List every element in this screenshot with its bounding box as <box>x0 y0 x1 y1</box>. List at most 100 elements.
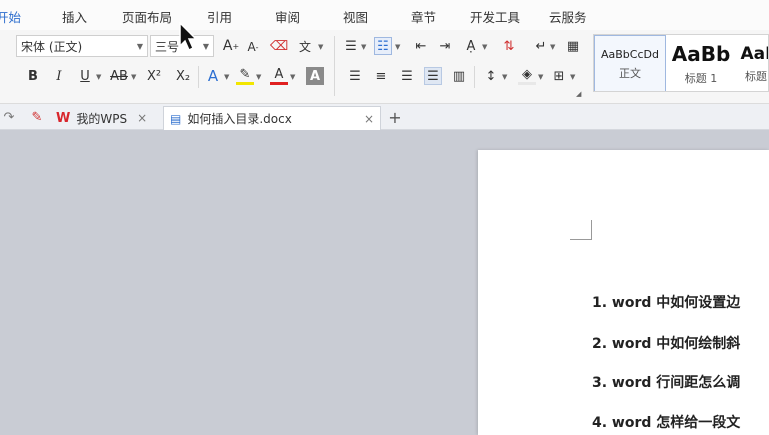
ribbon-divider <box>198 66 199 88</box>
bullet-list-icon[interactable]: ☰ <box>342 37 360 55</box>
subscript-button[interactable]: X₂ <box>172 67 194 85</box>
text-effect-icon[interactable]: A <box>204 67 222 85</box>
mouse-pointer-icon <box>179 22 198 52</box>
shading-bucket-icon[interactable]: ◈ <box>518 67 536 85</box>
chevron-down-icon[interactable]: ▼ <box>361 43 366 51</box>
ribbon-divider <box>334 36 335 96</box>
tab-developer[interactable]: 开发工具 <box>470 7 520 26</box>
shrink-font-icon[interactable]: A- <box>244 38 262 56</box>
close-icon[interactable]: × <box>364 112 374 126</box>
chevron-down-icon[interactable]: ▼ <box>318 43 323 51</box>
font-size-value: 三号 <box>155 39 180 54</box>
grow-font-icon[interactable]: A + <box>222 37 240 55</box>
strike-label: AB <box>110 68 128 84</box>
char-shading-icon[interactable]: A <box>306 67 324 85</box>
tab-review[interactable]: 审阅 <box>275 7 300 26</box>
numbered-list-icon[interactable]: ☷ <box>374 37 392 55</box>
distributed-align-icon[interactable]: ▥ <box>450 67 468 85</box>
chevron-down-icon[interactable]: ▼ <box>224 73 229 81</box>
pin-icon[interactable]: ✎ <box>28 108 46 126</box>
chevron-down-icon[interactable]: ▼ <box>96 73 101 81</box>
chevron-down-icon[interactable]: ▼ <box>290 73 295 81</box>
wps-logo-icon: W <box>56 110 71 126</box>
tab-section[interactable]: 章节 <box>411 7 436 26</box>
ribbon-divider <box>474 66 475 88</box>
chevron-down-icon: ▼ <box>136 41 143 51</box>
tab-my-wps[interactable]: W 我的WPS × <box>50 106 162 130</box>
tab-view[interactable]: 视图 <box>343 7 368 26</box>
superscript-label: X² <box>146 68 162 84</box>
style-caption: 标题 <box>745 70 767 83</box>
chevron-down-icon[interactable]: ▼ <box>550 43 555 51</box>
tab-page-layout[interactable]: 页面布局 <box>122 7 172 26</box>
tab-home[interactable]: 开始 <box>0 7 21 26</box>
bold-label: B <box>28 68 38 84</box>
document-file-icon: ▤ <box>170 111 182 126</box>
shrink-font-label: A <box>247 40 256 54</box>
highlight-icon[interactable]: ✎ <box>236 67 254 85</box>
toc-line[interactable]: 2. word 中如何绘制斜 <box>592 333 740 353</box>
table-grid-icon[interactable]: ▦ <box>564 37 582 55</box>
style-normal[interactable]: AaBbCcDd 正文 <box>594 35 666 91</box>
clear-format-icon[interactable]: ⌫ <box>270 37 288 55</box>
italic-label: I <box>56 68 62 84</box>
style-sample: AaBbCcDd <box>601 47 659 61</box>
superscript-button[interactable]: X² <box>143 67 165 85</box>
chevron-down-icon[interactable]: ▼ <box>256 73 261 81</box>
tab-references[interactable]: 引用 <box>207 7 232 26</box>
char-shading-label: A <box>309 68 321 84</box>
font-name-value: 宋体 (正文) <box>21 39 83 54</box>
pinyin-guide-icon[interactable]: 文 <box>296 37 314 55</box>
toc-line[interactable]: 1. word 中如何设置边 <box>592 292 740 312</box>
tab-document-label: 如何插入目录.docx <box>187 112 292 126</box>
tab-cloud-service[interactable]: 云服务 <box>549 7 587 26</box>
styles-gallery: AaBbCcDd 正文 AaBb 标题 1 AaI 标题 <box>593 34 769 92</box>
paragraph-dialog-icon[interactable]: ◢ <box>576 90 581 98</box>
tab-insert[interactable]: 插入 <box>62 7 87 26</box>
character-scale-icon[interactable]: Ạ <box>462 37 480 55</box>
underline-button[interactable]: U <box>76 67 94 85</box>
style-caption: 标题 1 <box>684 72 718 85</box>
italic-button[interactable]: I <box>50 67 68 85</box>
chevron-down-icon[interactable]: ▼ <box>395 43 400 51</box>
font-name-select[interactable]: 宋体 (正文) ▼ <box>16 35 148 57</box>
bold-button[interactable]: B <box>24 67 42 85</box>
text-effect-label: A <box>207 67 219 85</box>
sort-icon[interactable]: ⇅ <box>500 37 518 55</box>
document-page[interactable]: 1. word 中如何设置边 2. word 中如何绘制斜 3. word 行间… <box>478 150 769 435</box>
style-heading[interactable]: AaI 标题 <box>736 35 769 91</box>
chevron-down-icon[interactable]: ▼ <box>131 73 136 81</box>
align-left-icon[interactable]: ☰ <box>346 67 364 85</box>
underline-label: U <box>80 68 90 84</box>
pinyin-label: 文 <box>298 39 311 54</box>
font-color-label: A <box>274 67 284 82</box>
redo-icon[interactable]: ↷ <box>0 108 18 126</box>
menu-bar: 开始 插入 页面布局 引用 审阅 视图 章节 开发工具 云服务 <box>0 0 769 30</box>
line-spacing-icon[interactable]: ↕ <box>482 67 500 85</box>
style-sample: AaI <box>740 44 769 64</box>
justify-icon[interactable]: ☰ <box>424 67 442 85</box>
increase-indent-icon[interactable]: ⇥ <box>436 37 454 55</box>
decrease-indent-icon[interactable]: ⇤ <box>412 37 430 55</box>
new-tab-button[interactable]: + <box>386 108 404 127</box>
ribbon-toolbar: 宋体 (正文) ▼ 三号 ▼ A + A- ⌫ 文 ▼ ☰ ▼ ☷ ▼ ⇤ ⇥ Ạ… <box>0 30 769 104</box>
toc-line[interactable]: 3. word 行间距怎么调 <box>592 372 740 392</box>
font-color-icon[interactable]: A <box>270 67 288 85</box>
chevron-down-icon: ▼ <box>202 41 209 51</box>
chevron-down-icon[interactable]: ▼ <box>502 73 507 81</box>
style-heading-1[interactable]: AaBb 标题 1 <box>668 35 734 91</box>
chevron-down-icon[interactable]: ▼ <box>570 73 575 81</box>
chevron-down-icon[interactable]: ▼ <box>482 43 487 51</box>
strikethrough-button[interactable]: AB <box>108 67 130 85</box>
chevron-down-icon[interactable]: ▼ <box>538 73 543 81</box>
border-icon[interactable]: ⊞ <box>550 67 568 85</box>
close-icon[interactable]: × <box>137 111 147 125</box>
align-right-icon[interactable]: ☰ <box>398 67 416 85</box>
document-tab-strip: ↷ ✎ W 我的WPS × ▤ 如何插入目录.docx × + <box>0 104 769 130</box>
style-caption: 正文 <box>619 66 641 80</box>
align-center-icon[interactable]: ≡ <box>372 67 390 85</box>
tab-document[interactable]: ▤ 如何插入目录.docx × <box>163 106 381 130</box>
toc-line[interactable]: 4. word 怎样给一段文 <box>592 412 740 432</box>
show-marks-icon[interactable]: ↵ <box>532 37 550 55</box>
subscript-label: X₂ <box>175 68 191 84</box>
